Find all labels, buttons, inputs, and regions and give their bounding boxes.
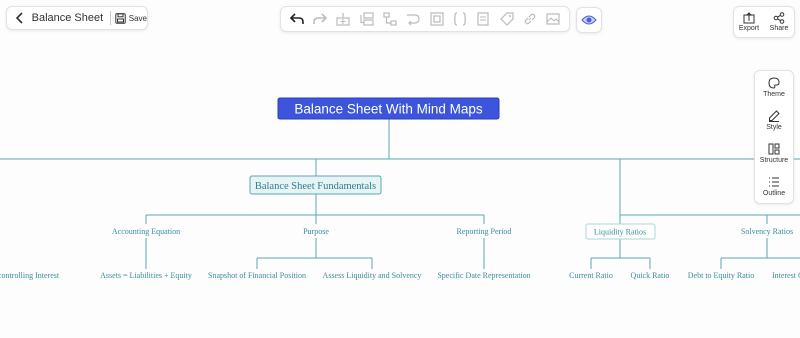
leaf-quick-ratio[interactable]: Quick Ratio	[631, 271, 670, 280]
leaf-assess[interactable]: Assess Liquidity and Solvency	[323, 271, 422, 280]
structure-label: Structure	[759, 157, 789, 164]
document-title[interactable]: Balance Sheet ...	[32, 12, 106, 24]
note-icon[interactable]	[475, 11, 491, 27]
subtopic-accounting-equation[interactable]: Accounting Equation	[112, 227, 180, 236]
leaf-debt-to-equity[interactable]: Debt to Equity Ratio	[688, 271, 754, 280]
style-button[interactable]: Style	[755, 104, 793, 137]
root-topic-label: Balance Sheet With Mind Maps	[294, 102, 483, 117]
brush-icon	[769, 110, 780, 122]
editing-toolbar	[280, 6, 570, 32]
share-button[interactable]: Share	[764, 7, 794, 37]
tag-icon[interactable]	[499, 11, 515, 27]
export-icon	[743, 12, 755, 24]
add-child-icon[interactable]	[335, 11, 351, 27]
outline-button[interactable]: Outline	[755, 170, 793, 203]
leaf-current-ratio[interactable]: Current Ratio	[569, 271, 613, 280]
outline-icon	[769, 177, 779, 187]
mindmap-canvas[interactable]: Balance Sheet With Mind Maps Balance She…	[0, 0, 800, 338]
link-icon[interactable]	[522, 11, 538, 27]
document-title-panel: Balance Sheet ... Save	[6, 6, 148, 30]
subtopic-liquidity-ratios-box[interactable]: Liquidity Ratios	[585, 223, 656, 240]
save-button[interactable]: Save	[115, 12, 147, 24]
subtopic-purpose[interactable]: Purpose	[303, 227, 329, 236]
export-label: Export	[738, 25, 760, 32]
leaf-specific-date[interactable]: Specific Date Representation	[437, 271, 530, 280]
export-share-panel: Export Share	[733, 6, 795, 38]
relationship-icon[interactable]	[382, 11, 398, 27]
add-sibling-icon[interactable]	[359, 11, 375, 27]
subtopic-solvency-ratios[interactable]: Solvency Ratios	[741, 227, 793, 236]
view-mode-button[interactable]	[576, 7, 602, 33]
summary-icon[interactable]	[405, 11, 421, 27]
leaf-interest[interactable]: Interest C	[772, 271, 800, 280]
undo-icon[interactable]	[289, 11, 305, 27]
outline-label: Outline	[762, 190, 786, 197]
format-side-panel: Theme Style Structure Outline	[754, 70, 794, 204]
style-label: Style	[766, 124, 782, 131]
share-label: Share	[769, 25, 789, 32]
connector-lines	[0, 118, 800, 269]
eye-icon	[581, 15, 597, 25]
back-icon[interactable]	[12, 12, 28, 24]
divider	[109, 11, 111, 25]
leaf-snapshot[interactable]: Snapshot of Financial Position	[208, 271, 306, 280]
formula-icon[interactable]	[452, 11, 468, 27]
root-topic[interactable]: Balance Sheet With Mind Maps	[277, 97, 500, 120]
redo-icon[interactable]	[312, 11, 328, 27]
subtopic-reporting-period[interactable]: Reporting Period	[457, 227, 512, 236]
leaf-noncontrolling-interest[interactable]: controlling Interest	[0, 271, 60, 280]
share-icon	[773, 12, 785, 24]
palette-icon	[768, 77, 780, 89]
structure-icon	[768, 143, 780, 155]
main-topic-label: Balance Sheet Fundamentals	[255, 181, 376, 192]
structure-button[interactable]: Structure	[755, 137, 793, 170]
export-button[interactable]: Export	[734, 7, 764, 37]
main-topic[interactable]: Balance Sheet Fundamentals	[249, 175, 382, 195]
leaf-assets-equation[interactable]: Assets = Liabilities + Equity	[100, 271, 192, 280]
image-icon[interactable]	[545, 11, 561, 27]
boundary-icon[interactable]	[429, 11, 445, 27]
save-icon	[115, 12, 126, 24]
theme-button[interactable]: Theme	[755, 71, 793, 104]
subtopic-liquidity-ratios: Liquidity Ratios	[594, 228, 646, 237]
theme-label: Theme	[763, 91, 785, 98]
save-label: Save	[128, 13, 147, 23]
